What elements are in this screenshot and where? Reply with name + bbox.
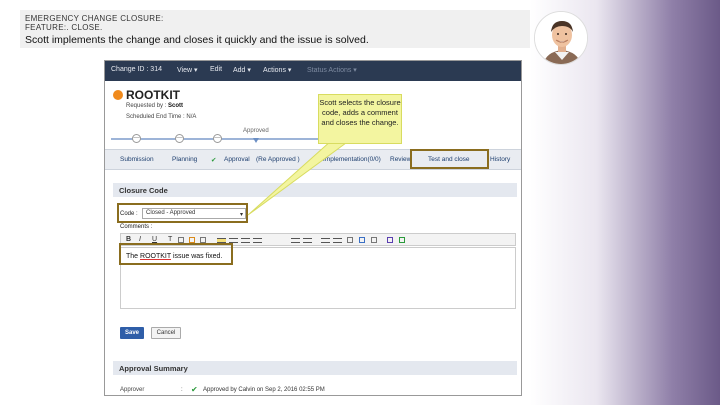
callout-note: Scott selects the closure code, adds a c… xyxy=(318,94,402,144)
header-subtitle: FEATURE:. CLOSE. xyxy=(25,23,103,32)
change-type-icon xyxy=(113,90,123,100)
cancel-button[interactable]: Cancel xyxy=(151,327,181,339)
link-icon[interactable] xyxy=(359,237,365,243)
tab-submission[interactable]: Submission xyxy=(120,156,154,163)
approval-check-icon: ✔ xyxy=(211,157,217,164)
bold-button[interactable]: B xyxy=(126,236,131,243)
change-id-label: Change ID : 314 xyxy=(111,66,162,73)
check-icon: ✔ xyxy=(191,385,198,394)
approval-summary-section: Approval Summary xyxy=(113,361,517,375)
status-actions-menu[interactable]: Status Actions ▾ xyxy=(307,66,357,74)
image-icon[interactable] xyxy=(371,237,377,243)
tab-approval[interactable]: Approval xyxy=(224,156,250,163)
header-title: EMERGENCY CHANGE CLOSURE: xyxy=(25,14,164,23)
highlight-test-and-close-tab xyxy=(410,149,489,169)
workflow-stage-label: Approved xyxy=(243,128,269,134)
app-top-bar: Change ID : 314 View ▾ Edit Add ▾ Action… xyxy=(105,61,521,81)
tab-planning[interactable]: Planning xyxy=(172,156,197,163)
workflow-node: — xyxy=(213,134,222,143)
highlight-comment xyxy=(119,243,233,265)
align-right-icon[interactable] xyxy=(241,238,250,243)
indent-icon[interactable] xyxy=(333,238,342,243)
header-description: Scott implements the change and closes i… xyxy=(25,34,369,46)
actions-menu[interactable]: Actions ▾ xyxy=(263,66,291,74)
requested-by: Requested by : Scott xyxy=(126,103,183,109)
tab-history[interactable]: History xyxy=(490,156,510,163)
current-stage-marker xyxy=(253,138,259,143)
underline-button[interactable]: U xyxy=(152,236,157,243)
closure-code-section: Closure Code xyxy=(113,183,517,197)
scheduled-end-time: Scheduled End Time : N/A xyxy=(126,114,197,120)
italic-button[interactable]: I xyxy=(139,236,141,243)
approval-detail: Approved by Calvin on Sep 2, 2016 02:55 … xyxy=(203,387,325,393)
change-title: ROOTKIT xyxy=(126,88,180,102)
font-icon[interactable]: T xyxy=(168,236,172,243)
workflow-node: — xyxy=(132,134,141,143)
outdent-icon[interactable] xyxy=(321,238,330,243)
approver-label: Approver xyxy=(120,387,145,393)
requester-name[interactable]: Scott xyxy=(168,103,183,109)
table-icon[interactable] xyxy=(347,237,353,243)
justify-icon[interactable] xyxy=(253,238,262,243)
approval-summary-heading: Approval Summary xyxy=(119,364,188,373)
workflow-progress-line xyxy=(111,138,351,140)
closure-code-heading: Closure Code xyxy=(119,186,168,195)
add-menu[interactable]: Add ▾ xyxy=(233,66,251,74)
insert-icon[interactable] xyxy=(399,237,405,243)
spellcheck-icon[interactable] xyxy=(387,237,393,243)
tab-review[interactable]: Review xyxy=(390,156,411,163)
numbered-list-icon[interactable] xyxy=(303,238,312,243)
edit-menu[interactable]: Edit xyxy=(210,66,222,73)
workflow-node: — xyxy=(175,134,184,143)
bullet-list-icon[interactable] xyxy=(291,238,300,243)
tab-implementation[interactable]: Implementation(0/0) xyxy=(323,156,381,163)
comments-label: Comments : xyxy=(120,224,153,230)
change-request-screenshot: Change ID : 314 View ▾ Edit Add ▾ Action… xyxy=(104,60,522,396)
presenter-avatar xyxy=(534,11,588,65)
view-menu[interactable]: View ▾ xyxy=(177,66,198,74)
save-button[interactable]: Save xyxy=(120,327,144,339)
requested-by-label: Requested by : xyxy=(126,103,169,109)
slide-header: EMERGENCY CHANGE CLOSURE: FEATURE:. CLOS… xyxy=(20,10,530,48)
callout-text: Scott selects the closure code, adds a c… xyxy=(319,98,401,127)
approval-status: (Re Approved ) xyxy=(256,156,300,163)
highlight-closure-code xyxy=(117,203,248,223)
approver-colon: : xyxy=(181,387,183,393)
